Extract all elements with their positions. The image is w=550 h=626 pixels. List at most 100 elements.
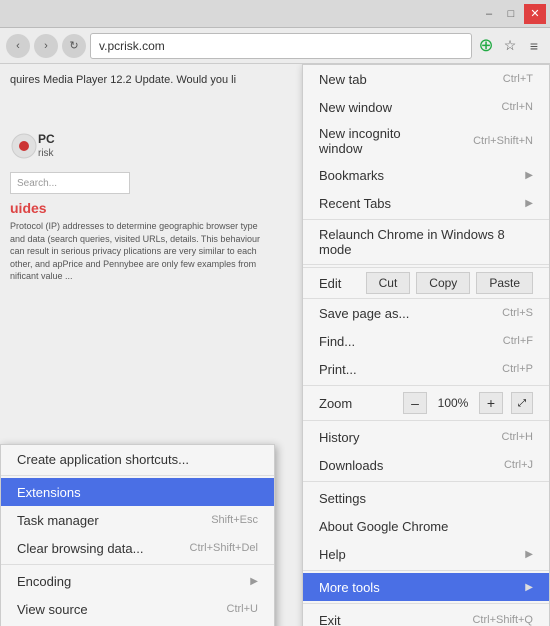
- search-placeholder: Search...: [17, 178, 57, 189]
- menu-item-new-incognito-label: New incognito window: [319, 126, 443, 156]
- menu-separator-4: [303, 420, 549, 421]
- menu-item-settings-label: Settings: [319, 491, 366, 506]
- submenu-separator-2: [1, 564, 274, 565]
- menu-item-history-shortcut: Ctrl+H: [502, 431, 533, 443]
- menu-item-exit-label: Exit: [319, 613, 341, 626]
- browser-toolbar: ‹ › ↻ v.pcrisk.com ⊕ ☆ ≡: [0, 28, 550, 64]
- menu-separator-6: [303, 570, 549, 571]
- site-logo: PC risk: [10, 128, 90, 164]
- add-page-icon[interactable]: ⊕: [476, 36, 496, 56]
- menu-separator-2: [303, 264, 549, 265]
- page-content: quires Media Player 12.2 Update. Would y…: [0, 64, 550, 626]
- menu-item-new-window[interactable]: New window Ctrl+N: [303, 93, 549, 121]
- menu-item-save-page[interactable]: Save page as... Ctrl+S: [303, 299, 549, 327]
- menu-separator-3: [303, 385, 549, 386]
- star-icon[interactable]: ☆: [500, 36, 520, 56]
- zoom-out-button[interactable]: –: [403, 392, 427, 414]
- submenu-item-clear-browsing-label: Clear browsing data...: [17, 541, 143, 556]
- menu-item-downloads-label: Downloads: [319, 458, 383, 473]
- search-box[interactable]: Search...: [10, 172, 130, 194]
- menu-item-settings[interactable]: Settings: [303, 484, 549, 512]
- menu-item-help-label: Help: [319, 547, 346, 562]
- menu-separator-7: [303, 603, 549, 604]
- menu-item-more-tools-label: More tools: [319, 580, 380, 595]
- copy-button[interactable]: Copy: [416, 272, 470, 294]
- submenu-separator-1: [1, 475, 274, 476]
- menu-item-new-tab-shortcut: Ctrl+T: [503, 73, 533, 85]
- submenu-item-task-manager[interactable]: Task manager Shift+Esc: [1, 506, 274, 534]
- cut-button[interactable]: Cut: [366, 272, 411, 294]
- svg-text:risk: risk: [38, 148, 55, 159]
- menu-item-more-tools[interactable]: More tools ▶: [303, 573, 549, 601]
- bookmarks-arrow-icon: ▶: [525, 170, 533, 181]
- chrome-context-menu: New tab Ctrl+T New window Ctrl+N New inc…: [302, 64, 550, 626]
- menu-item-downloads[interactable]: Downloads Ctrl+J: [303, 451, 549, 479]
- menu-item-relaunch-label: Relaunch Chrome in Windows 8 mode: [319, 227, 533, 257]
- zoom-value: 100%: [435, 396, 471, 410]
- menu-item-print[interactable]: Print... Ctrl+P: [303, 355, 549, 383]
- menu-item-history[interactable]: History Ctrl+H: [303, 423, 549, 451]
- menu-item-new-tab[interactable]: New tab Ctrl+T: [303, 65, 549, 93]
- submenu-item-task-manager-label: Task manager: [17, 513, 99, 528]
- menu-item-new-incognito[interactable]: New incognito window Ctrl+Shift+N: [303, 121, 549, 161]
- submenu-item-create-shortcuts-label: Create application shortcuts...: [17, 452, 189, 467]
- toolbar-icons: ⊕ ☆ ≡: [476, 36, 544, 56]
- menu-item-history-label: History: [319, 430, 359, 445]
- minimize-button[interactable]: –: [478, 4, 500, 24]
- encoding-arrow-icon: ▶: [250, 576, 258, 587]
- more-tools-submenu: Create application shortcuts... Extensio…: [0, 444, 275, 626]
- address-bar[interactable]: v.pcrisk.com: [90, 33, 472, 59]
- menu-item-downloads-shortcut: Ctrl+J: [504, 459, 533, 471]
- menu-separator-5: [303, 481, 549, 482]
- more-tools-arrow-icon: ▶: [525, 582, 533, 593]
- menu-item-save-page-label: Save page as...: [319, 306, 409, 321]
- submenu-item-view-source-label: View source: [17, 602, 88, 617]
- menu-item-help[interactable]: Help ▶: [303, 540, 549, 568]
- menu-item-print-shortcut: Ctrl+P: [502, 363, 533, 375]
- menu-icon[interactable]: ≡: [524, 36, 544, 56]
- menu-item-exit[interactable]: Exit Ctrl+Shift+Q: [303, 606, 549, 626]
- menu-item-save-page-shortcut: Ctrl+S: [502, 307, 533, 319]
- menu-item-print-label: Print...: [319, 362, 357, 377]
- zoom-in-button[interactable]: +: [479, 392, 503, 414]
- menu-item-about[interactable]: About Google Chrome: [303, 512, 549, 540]
- recent-tabs-arrow-icon: ▶: [525, 198, 533, 209]
- menu-item-new-window-label: New window: [319, 100, 392, 115]
- forward-button[interactable]: ›: [34, 34, 58, 58]
- submenu-item-task-manager-shortcut: Shift+Esc: [211, 514, 258, 526]
- menu-item-bookmarks[interactable]: Bookmarks ▶: [303, 161, 549, 189]
- menu-item-recent-tabs[interactable]: Recent Tabs ▶: [303, 189, 549, 217]
- zoom-row: Zoom – 100% + ⤢: [303, 388, 549, 418]
- submenu-item-view-source[interactable]: View source Ctrl+U: [1, 595, 274, 623]
- submenu-item-clear-browsing-shortcut: Ctrl+Shift+Del: [190, 542, 258, 554]
- close-button[interactable]: ✕: [524, 4, 546, 24]
- refresh-button[interactable]: ↻: [62, 34, 86, 58]
- submenu-item-extensions-label: Extensions: [17, 485, 81, 500]
- submenu-item-clear-browsing[interactable]: Clear browsing data... Ctrl+Shift+Del: [1, 534, 274, 562]
- menu-item-recent-tabs-label: Recent Tabs: [319, 196, 391, 211]
- menu-item-relaunch[interactable]: Relaunch Chrome in Windows 8 mode: [303, 222, 549, 262]
- submenu-item-extensions[interactable]: Extensions: [1, 478, 274, 506]
- menu-item-find[interactable]: Find... Ctrl+F: [303, 327, 549, 355]
- menu-item-about-label: About Google Chrome: [319, 519, 448, 534]
- back-button[interactable]: ‹: [6, 34, 30, 58]
- submenu-item-create-shortcuts[interactable]: Create application shortcuts...: [1, 445, 274, 473]
- submenu-item-encoding[interactable]: Encoding ▶: [1, 567, 274, 595]
- menu-item-bookmarks-label: Bookmarks: [319, 168, 384, 183]
- svg-text:PC: PC: [38, 132, 55, 146]
- zoom-label: Zoom: [319, 396, 395, 411]
- menu-item-new-incognito-shortcut: Ctrl+Shift+N: [473, 135, 533, 147]
- article-text: Protocol (IP) addresses to determine geo…: [10, 220, 270, 283]
- zoom-expand-button[interactable]: ⤢: [511, 392, 533, 414]
- submenu-item-view-source-shortcut: Ctrl+U: [227, 603, 258, 615]
- url-text: v.pcrisk.com: [99, 39, 165, 53]
- menu-separator-1: [303, 219, 549, 220]
- menu-item-new-tab-label: New tab: [319, 72, 367, 87]
- maximize-button[interactable]: □: [500, 4, 522, 24]
- menu-item-find-label: Find...: [319, 334, 355, 349]
- help-arrow-icon: ▶: [525, 549, 533, 560]
- paste-button[interactable]: Paste: [476, 272, 533, 294]
- titlebar: – □ ✕: [0, 0, 550, 28]
- edit-row: Edit Cut Copy Paste: [303, 267, 549, 299]
- edit-label: Edit: [319, 276, 360, 291]
